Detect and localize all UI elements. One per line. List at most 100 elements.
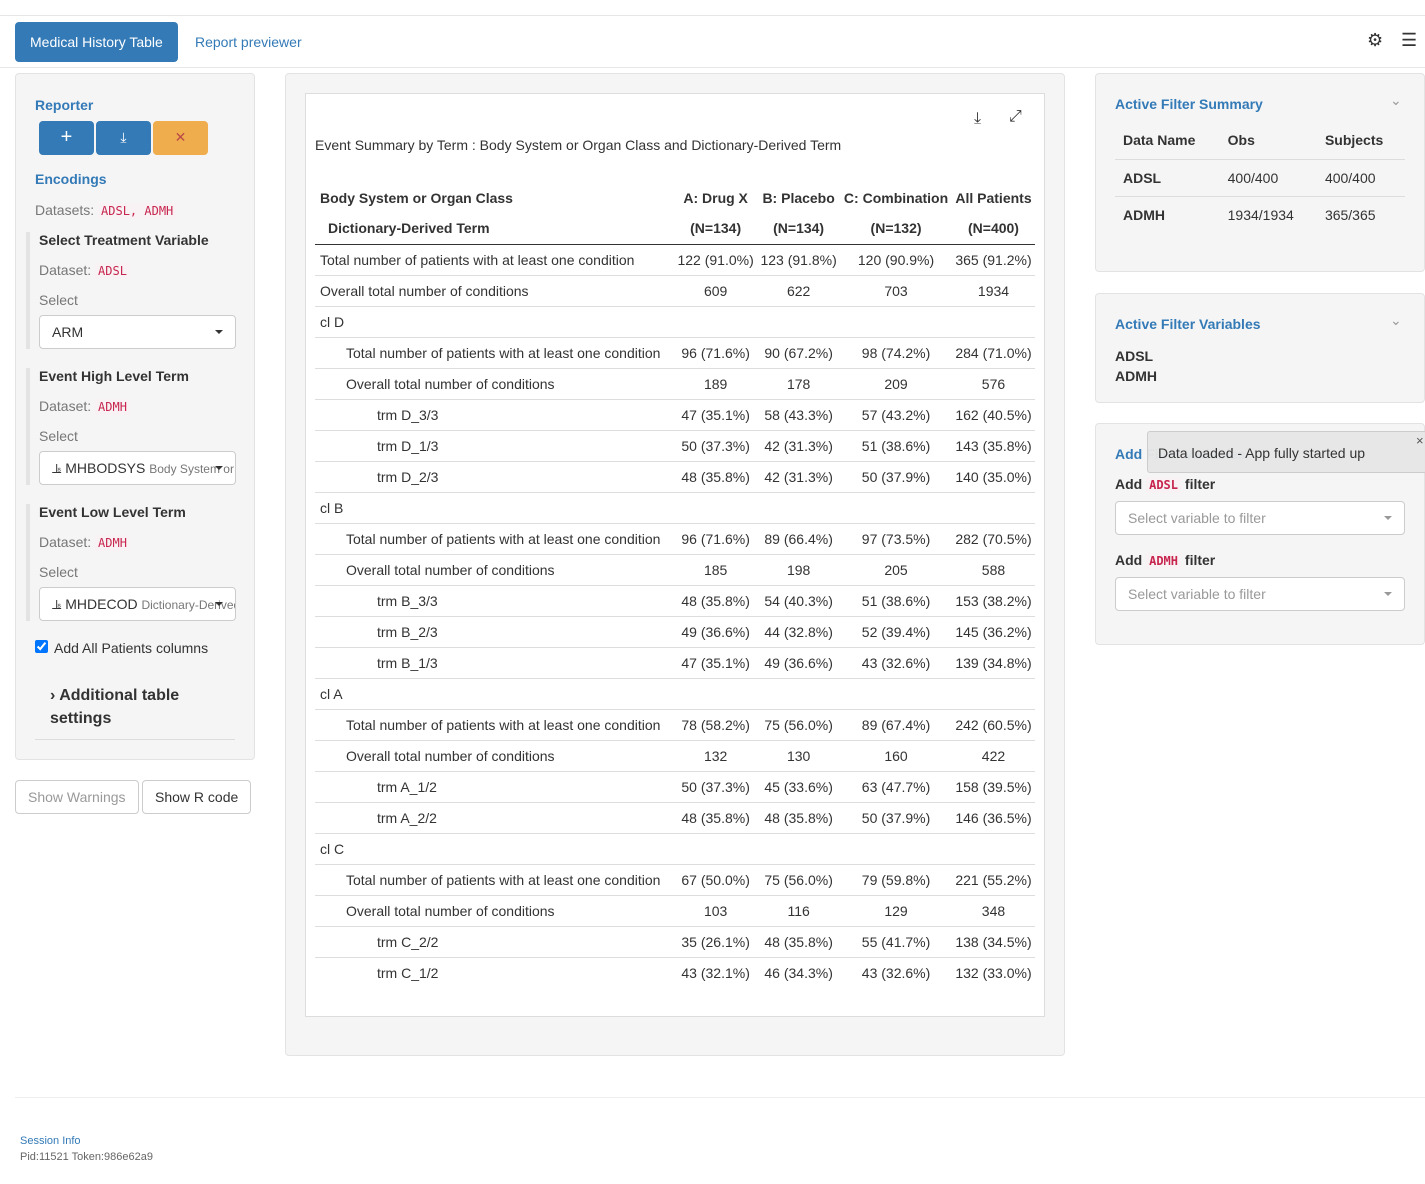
chevron-down-icon[interactable]: ⌄	[1390, 92, 1402, 109]
col-header: Subjects	[1324, 132, 1384, 149]
event-summary-table: Body System or Organ Class A: Drug X B: Pl…	[315, 182, 1035, 988]
chevron-down-icon[interactable]: ⌄	[1390, 312, 1402, 329]
table-cell: trm D_1/3	[315, 429, 675, 461]
table-cell: cl A	[315, 677, 675, 709]
table-cell: 46 (34.3%)	[757, 956, 841, 988]
session-info-link[interactable]: Session Info	[20, 1135, 81, 1147]
high-level-term-group: Event High Level Term Dataset: ADMH Sele…	[26, 368, 236, 485]
table-cell: 48 (35.8%)	[757, 925, 841, 957]
table-title: Event Summary by Term : Body System or O…	[315, 137, 842, 153]
table-cell: 132 (33.0%)	[951, 956, 1035, 988]
table-row: Overall total number of conditions 609 622…	[315, 274, 1035, 306]
table-cell: 78 (58.2%)	[674, 708, 758, 740]
table-cell: trm C_2/2	[315, 925, 675, 957]
header-row: Body System or Organ Class A: Drug X B: Pl…	[315, 182, 1035, 213]
table-cell	[674, 832, 758, 864]
table-cell: 75 (56.0%)	[757, 863, 841, 895]
column-header: A: Drug X	[683, 189, 748, 206]
table-cell: 198	[757, 553, 841, 585]
table-cell	[951, 491, 1035, 523]
table-cell: 43 (32.6%)	[840, 956, 952, 988]
filter-label: filter	[1184, 476, 1216, 492]
caret-down-icon	[215, 602, 223, 606]
cell: 365/365	[1316, 195, 1405, 233]
table-cell: 50 (37.9%)	[840, 460, 952, 492]
table-cell: 48 (35.8%)	[757, 801, 841, 833]
table-row: cl D	[315, 305, 1035, 337]
download-icon[interactable]: ⤓	[974, 110, 981, 128]
table-cell: 576	[951, 367, 1035, 399]
table-cell	[757, 305, 841, 337]
table-cell: 103	[674, 894, 758, 926]
table-cell: 348	[951, 894, 1035, 926]
header-row: Dictionary-Derived Term (N=134) (N=134) (N=…	[315, 213, 1035, 245]
show-warnings-button[interactable]: Show Warnings	[15, 780, 139, 814]
treatment-variable-select[interactable]: ARM	[39, 315, 236, 349]
download-report-button[interactable]: ⤓	[96, 121, 151, 155]
table-row: trm D_1/3 50 (37.3%) 42 (31.3%) 51 (38.6%) 1…	[315, 429, 1035, 461]
table-row: trm A_2/2 48 (35.8%) 48 (35.8%) 50 (37.9%) 1…	[315, 801, 1035, 833]
table-cell: 96 (71.6%)	[674, 336, 758, 368]
table-row: trm C_1/2 43 (32.1%) 46 (34.3%) 43 (32.6%) 1…	[315, 956, 1035, 988]
table-cell: 189	[674, 367, 758, 399]
low-level-term-select[interactable]: ⫡ MHDECOD Dictionary-Derived Term	[39, 587, 236, 621]
adsl-filter-select[interactable]: Select variable to filter	[1115, 501, 1405, 535]
table-cell: 129	[840, 894, 952, 926]
add-card-button[interactable]: +	[39, 121, 94, 155]
table-cell: 35 (26.1%)	[674, 925, 758, 957]
table-cell	[840, 491, 952, 523]
active-filter-summary-panel: Active Filter Summary ⌄ Data Name Obs Subj…	[1095, 73, 1425, 272]
table-cell: 49 (36.6%)	[757, 646, 841, 678]
table-row: trm B_3/3 48 (35.8%) 54 (40.3%) 51 (38.6%) 1…	[315, 584, 1035, 616]
additional-settings-toggle[interactable]: › Additional table settings	[50, 684, 200, 730]
encodings-panel: Reporter + ⤓ ✕ Encodings Datasets: ADSL,…	[15, 73, 255, 760]
group-title: Event High Level Term	[39, 368, 189, 384]
table-cell: trm A_1/2	[315, 770, 675, 802]
tab-report-previewer[interactable]: Report previewer	[180, 22, 317, 62]
filter-dataset: ADSL	[1146, 477, 1182, 493]
table-cell: 44 (32.8%)	[757, 615, 841, 647]
reset-report-button[interactable]: ✕	[153, 121, 208, 155]
table-cell: 160	[840, 739, 952, 771]
admh-filter-select[interactable]: Select variable to filter	[1115, 577, 1405, 611]
table-row: cl B	[315, 491, 1035, 523]
gear-icon[interactable]: ⚙	[1367, 30, 1383, 51]
table-cell: 146 (36.5%)	[951, 801, 1035, 833]
table-cell: Total number of patients with at least o…	[315, 336, 675, 368]
table-cell: 51 (38.6%)	[840, 584, 952, 616]
table-cell: 284 (71.0%)	[951, 336, 1035, 368]
summary-title: Active Filter Summary	[1115, 96, 1263, 112]
high-level-term-select[interactable]: ⫡ MHBODSYS Body System or Organ Class	[39, 451, 236, 485]
table-row: Total number of patients with at least o…	[315, 863, 1035, 895]
active-filter-variables-panel: Active Filter Variables ⌄ ADSL ADMH	[1095, 293, 1425, 403]
table-row: Total number of patients with at least o…	[315, 522, 1035, 554]
table-row: trm A_1/2 50 (37.3%) 45 (33.6%) 63 (47.7%) 1…	[315, 770, 1035, 802]
close-notification-icon[interactable]: ×	[1416, 433, 1424, 448]
table-cell: 221 (55.2%)	[951, 863, 1035, 895]
close-icon: ✕	[174, 129, 187, 145]
table-cell: 120 (90.9%)	[857, 251, 935, 268]
table-cell: 79 (59.8%)	[840, 863, 952, 895]
table-row: trm C_2/2 35 (26.1%) 48 (35.8%) 55 (41.7%) 1…	[315, 925, 1035, 957]
notification-toast: Data loaded - App fully started up	[1147, 431, 1425, 473]
table-row: trm B_1/3 47 (35.1%) 49 (36.6%) 43 (32.6%) 1…	[315, 646, 1035, 678]
table-cell: 42 (31.3%)	[757, 460, 841, 492]
table-cell: 47 (35.1%)	[674, 646, 758, 678]
show-r-code-button[interactable]: Show R code	[142, 780, 252, 814]
caret-down-icon	[1384, 516, 1392, 520]
table-cell: 242 (60.5%)	[951, 708, 1035, 740]
expand-icon[interactable]: ⤢	[1009, 108, 1022, 126]
select-label: Select	[39, 292, 78, 308]
tab-medical-history-table[interactable]: Medical History Table	[15, 22, 178, 62]
table-cell: 43 (32.1%)	[674, 956, 758, 988]
table-cell: 622	[757, 274, 841, 306]
dataset-label: Dataset:	[39, 534, 92, 550]
hamburger-menu-icon[interactable]: ☰	[1401, 30, 1417, 51]
table-cell: cl D	[315, 305, 675, 337]
table-cell	[674, 677, 758, 709]
table-row: Overall total number of conditions 185 198…	[315, 553, 1035, 585]
table-cell: trm B_2/3	[315, 615, 675, 647]
all-patients-checkbox[interactable]	[35, 640, 48, 653]
table-cell	[840, 832, 952, 864]
table-cell: 609	[674, 274, 758, 306]
